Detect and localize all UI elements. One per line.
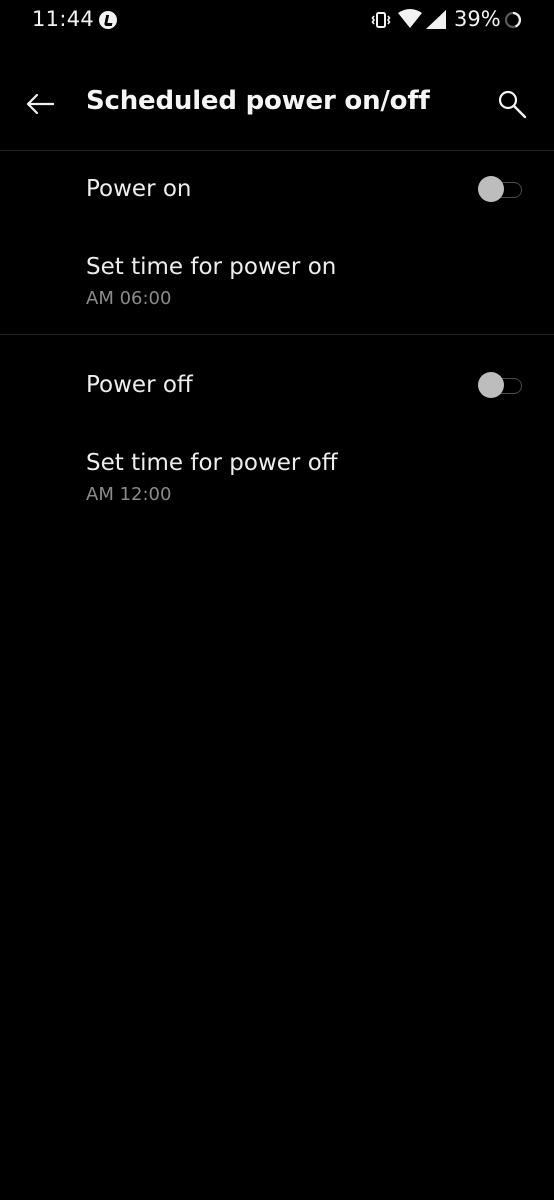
status-time: 11:44 <box>32 7 95 31</box>
power-on-switch[interactable] <box>478 176 524 204</box>
power-off-toggle-row[interactable]: Power off <box>0 348 554 426</box>
cell-signal-icon <box>426 10 446 29</box>
app-bar: Scheduled power on/off <box>0 62 554 150</box>
back-button[interactable] <box>20 84 60 124</box>
battery-charging-icon <box>504 11 522 29</box>
search-icon <box>498 90 527 119</box>
page-title: Scheduled power on/off <box>86 86 430 116</box>
section-divider <box>0 334 554 335</box>
status-bar: 11:44 39% <box>0 0 554 42</box>
battery-percent: 39% <box>454 7 501 31</box>
power-off-time-value: AM 12:00 <box>86 484 172 505</box>
search-button[interactable] <box>492 84 532 124</box>
power-off-time-label: Set time for power off <box>86 450 338 476</box>
music-note-icon <box>99 11 117 29</box>
switch-thumb <box>478 176 504 202</box>
power-off-switch[interactable] <box>478 372 524 400</box>
power-on-time-row[interactable]: Set time for power on AM 06:00 <box>0 232 554 332</box>
switch-thumb <box>478 372 504 398</box>
wifi-icon <box>398 9 422 28</box>
vibrate-icon <box>371 12 391 28</box>
power-off-label: Power off <box>86 372 193 398</box>
arrow-left-icon <box>26 93 55 115</box>
power-on-time-label: Set time for power on <box>86 254 337 280</box>
power-on-toggle-row[interactable]: Power on <box>0 152 554 230</box>
header-divider <box>0 150 554 151</box>
power-on-time-value: AM 06:00 <box>86 288 172 309</box>
power-off-time-row[interactable]: Set time for power off AM 12:00 <box>0 428 554 528</box>
power-on-label: Power on <box>86 176 192 202</box>
